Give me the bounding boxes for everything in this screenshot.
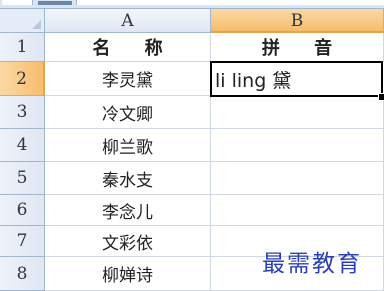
row-header-5[interactable]: 5 <box>0 162 45 195</box>
formula-input[interactable] <box>76 0 384 5</box>
cell-a2[interactable]: 李灵黛 <box>45 62 211 96</box>
cell-a7[interactable]: 文彩依 <box>45 226 211 257</box>
formula-bar-strip <box>0 0 384 9</box>
name-box[interactable] <box>2 0 33 5</box>
row-header-2[interactable]: 2 <box>0 62 45 96</box>
cell-a5[interactable]: 秦水支 <box>45 162 211 195</box>
row-header-4[interactable]: 4 <box>0 129 45 162</box>
watermark-text: 最需教育 <box>262 251 362 277</box>
row-header-3[interactable]: 3 <box>0 96 45 129</box>
row-header-7[interactable]: 7 <box>0 226 45 257</box>
select-all-button[interactable] <box>0 9 45 33</box>
cell-a1[interactable]: 名 称 <box>45 33 211 62</box>
select-all-icon <box>32 20 41 29</box>
row-header-8[interactable]: 8 <box>0 257 45 291</box>
cell-b3[interactable] <box>211 96 384 129</box>
column-header-a[interactable]: A <box>45 9 211 33</box>
column-header-b[interactable]: B <box>211 9 384 33</box>
cell-a3[interactable]: 冷文卿 <box>45 96 211 129</box>
cell-b5[interactable] <box>211 162 384 195</box>
cell-a8[interactable]: 柳婵诗 <box>45 257 211 291</box>
row-header-6[interactable]: 6 <box>0 195 45 226</box>
cell-b1[interactable]: 拼 音 <box>211 33 384 62</box>
cell-b2-active[interactable]: li ling 黛 <box>210 61 383 97</box>
cell-b6[interactable] <box>211 195 384 226</box>
cell-a4[interactable]: 柳兰歌 <box>45 129 211 162</box>
fx-icon[interactable] <box>38 1 72 5</box>
cell-a6[interactable]: 李念儿 <box>45 195 211 226</box>
fill-handle[interactable] <box>378 93 384 101</box>
row-header-1[interactable]: 1 <box>0 33 45 62</box>
cell-b4[interactable] <box>211 129 384 162</box>
